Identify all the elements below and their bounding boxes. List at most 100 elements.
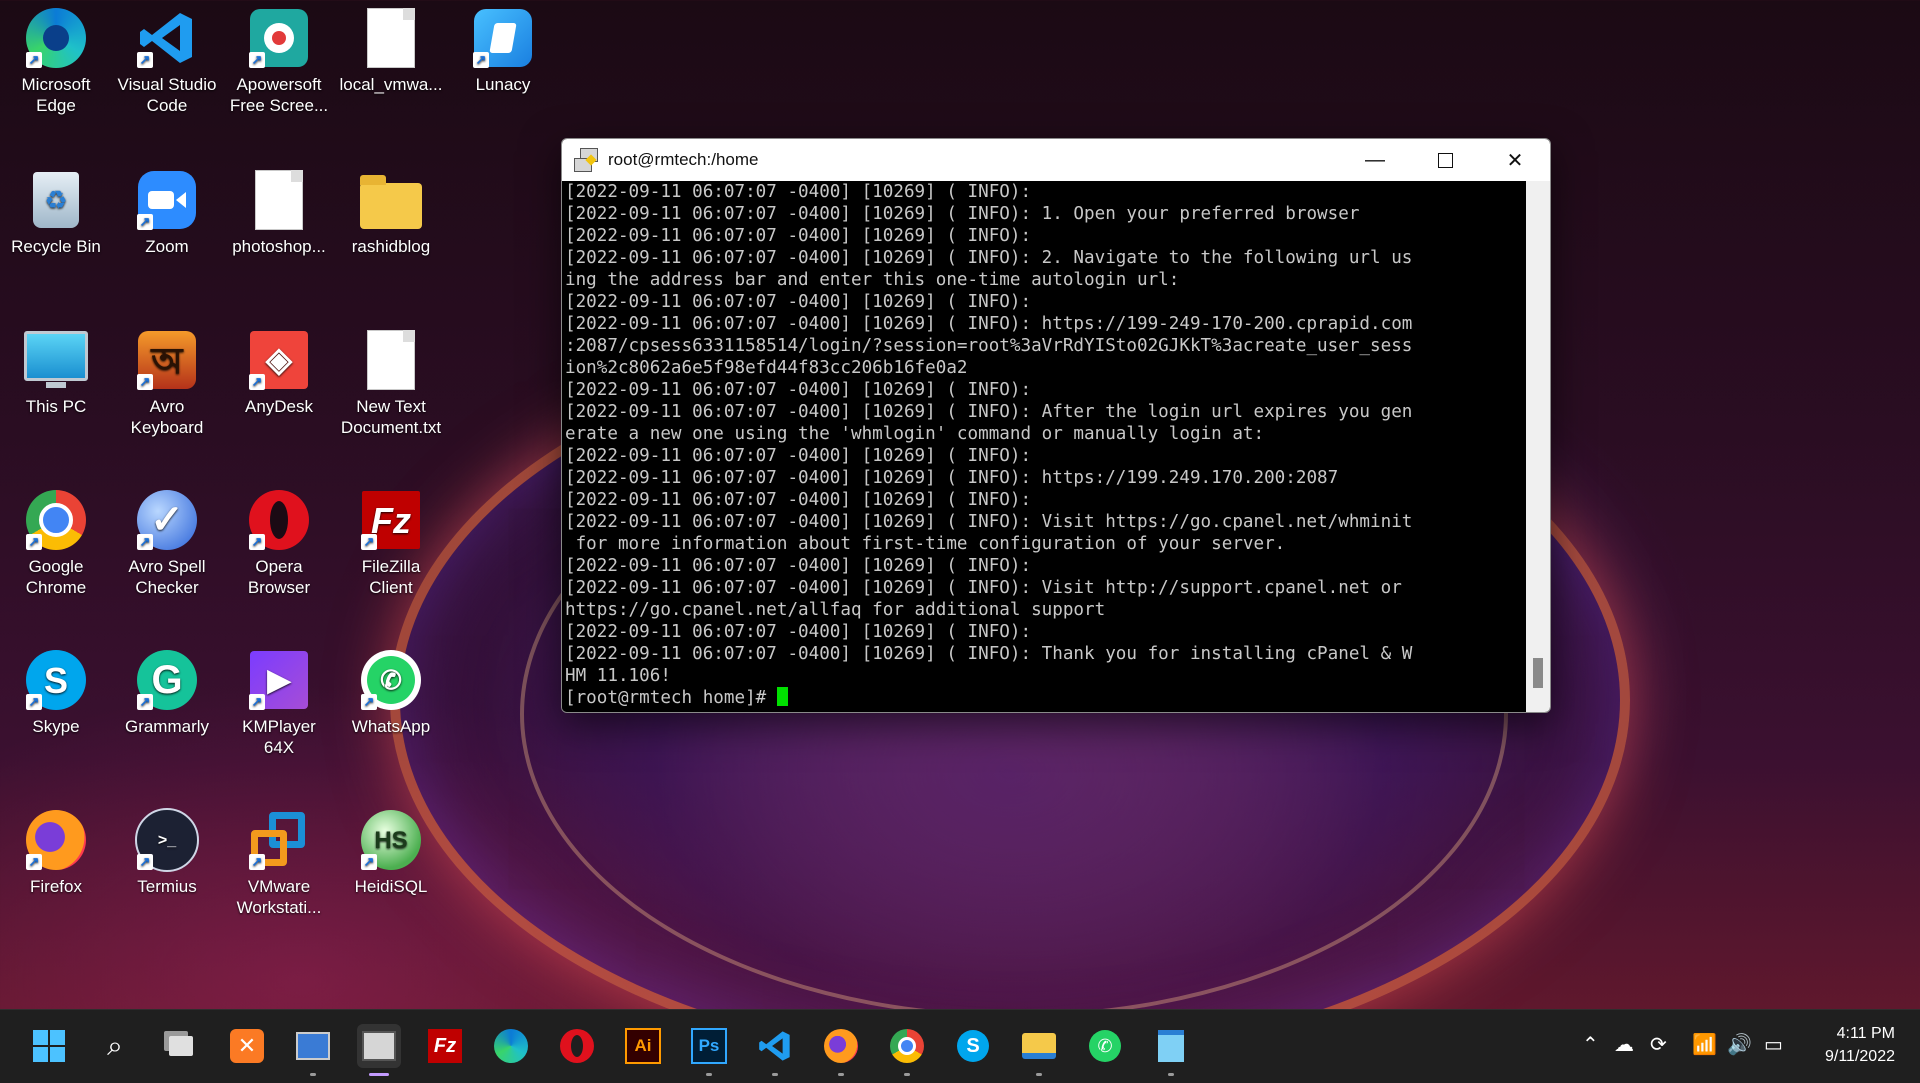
vmware-icon: ↗ [247,808,311,872]
chrome-icon: ↗ [24,488,88,552]
apowersoft-icon: ↗ [247,6,311,70]
putty-terminal-window[interactable]: root@rmtech:/home — ✕ [2022-09-11 06:07:… [561,138,1551,713]
system-clock[interactable]: 4:11 PM 9/11/2022 [1825,1022,1895,1068]
terminal-line: [2022-09-11 06:07:07 -0400] [10269] ( IN… [565,314,1413,334]
desktop-icon-firefox[interactable]: ↗ Firefox [4,802,108,897]
taskbar-vscode[interactable] [753,1024,797,1076]
taskbar-remote-desktop[interactable] [291,1024,335,1076]
terminal-line: [2022-09-11 06:07:07 -0400] [10269] ( IN… [565,556,1032,576]
minimize-button[interactable]: — [1340,139,1410,181]
monitor-icon [24,328,88,392]
window-title: root@rmtech:/home [608,150,759,169]
desktop-icon-termius[interactable]: >_ ↗ Termius [115,802,219,897]
desktop-icon-label: KMPlayer 64X [242,717,316,757]
remote-desktop-icon [296,1032,330,1060]
desktop-icon-vscode[interactable]: ↗ Visual Studio Code [115,0,219,116]
terminal-line: [2022-09-11 06:07:07 -0400] [10269] ( IN… [565,248,1413,268]
windows-start-icon [33,1030,65,1062]
filezilla-icon: Fz ↗ [359,488,423,552]
desktop-icon-label: Firefox [30,877,82,896]
desktop-icon-lunacy[interactable]: ↗ Lunacy [451,0,555,95]
sync-alert-icon[interactable]: ⟳ [1650,1032,1667,1057]
terminal-scrollbar[interactable] [1526,181,1550,712]
opera-icon [560,1029,594,1063]
avro-spell-icon: ✓ ↗ [135,488,199,552]
onedrive-cloud-icon[interactable]: ☁ [1614,1032,1634,1057]
taskbar-illustrator[interactable]: Ai [621,1024,665,1068]
taskbar-notepad[interactable] [1149,1024,1193,1076]
desktop-icon-chrome[interactable]: ↗ Google Chrome [4,482,108,598]
desktop-icon-label: photoshop... [232,237,326,256]
desktop-icon-avro-keyboard[interactable]: অ ↗ Avro Keyboard [115,322,219,438]
desktop-icon-label: Apowersoft Free Scree... [229,75,329,115]
file-icon [359,6,423,70]
shell-prompt: [root@rmtech home]# [565,688,777,708]
taskbar-whatsapp[interactable]: ✆ [1083,1024,1127,1068]
minimize-icon: — [1365,148,1385,171]
maximize-button[interactable] [1410,139,1480,181]
taskbar-putty[interactable] [357,1024,401,1076]
desktop-icon-vmware[interactable]: ↗ VMware Workstati... [227,802,331,918]
desktop-icon-local-vmware[interactable]: local_vmwa... [339,0,443,95]
taskbar: ⌕ ✕ Fz Ai Ps S ✆ ⌃ ☁ ⟳ 📶 🔊 ▭ 4:11 PM 9/1… [0,1009,1920,1083]
terminal-line: [2022-09-11 06:07:07 -0400] [10269] ( IN… [565,468,1339,488]
desktop-icon-zoom[interactable]: ↗ Zoom [115,162,219,257]
terminal-line: ing the address bar and enter this one-t… [565,270,1180,290]
anydesk-icon: ◈ ↗ [247,328,311,392]
terminal-output[interactable]: [2022-09-11 06:07:07 -0400] [10269] ( IN… [562,181,1526,712]
terminal-line: [2022-09-11 06:07:07 -0400] [10269] ( IN… [565,402,1413,422]
terminal-line: [2022-09-11 06:07:07 -0400] [10269] ( IN… [565,622,1032,642]
desktop-icon-this-pc[interactable]: This PC [4,322,108,417]
wifi-icon[interactable]: 📶 [1692,1032,1717,1057]
desktop-icon-label: Google Chrome [25,557,87,597]
terminal-line: [2022-09-11 06:07:07 -0400] [10269] ( IN… [565,204,1360,224]
desktop-icon-grammarly[interactable]: G ↗ Grammarly [115,642,219,737]
desktop-icon-skype[interactable]: S ↗ Skype [4,642,108,737]
battery-icon[interactable]: ▭ [1764,1032,1783,1057]
close-button[interactable]: ✕ [1480,139,1550,181]
taskbar-opera[interactable] [555,1024,599,1068]
edge-icon: ↗ [24,6,88,70]
terminal-line: [2022-09-11 06:07:07 -0400] [10269] ( IN… [565,578,1402,598]
taskbar-file-explorer[interactable] [1017,1024,1061,1076]
desktop-icon-new-text-document[interactable]: New Text Document.txt [339,322,443,438]
desktop-icon-label: VMware Workstati... [236,877,322,917]
taskbar-edge[interactable] [489,1024,533,1068]
window-titlebar[interactable]: root@rmtech:/home — ✕ [562,139,1550,181]
desktop-icon-filezilla[interactable]: Fz ↗ FileZilla Client [339,482,443,598]
desktop-icon-anydesk[interactable]: ◈ ↗ AnyDesk [227,322,331,417]
desktop-icon-edge[interactable]: ↗ Microsoft Edge [4,0,108,116]
terminal-line: [2022-09-11 06:07:07 -0400] [10269] ( IN… [565,182,1032,202]
terminal-line: https://go.cpanel.net/allfaq for additio… [565,600,1106,620]
show-hidden-icons-chevron-icon[interactable]: ⌃ [1582,1032,1599,1057]
file-icon [247,168,311,232]
zoom-icon: ↗ [135,168,199,232]
taskbar-photoshop[interactable]: Ps [687,1024,731,1076]
desktop-icon-rashidblog[interactable]: rashidblog [339,162,443,257]
desktop-icon-photoshop-file[interactable]: photoshop... [227,162,331,257]
desktop-icon-label: Zoom [145,237,189,256]
taskbar-skype[interactable]: S [951,1024,995,1068]
desktop-icon-recycle-bin[interactable]: ♻ Recycle Bin [4,162,108,257]
edge-icon [494,1029,528,1063]
scrollbar-thumb[interactable] [1533,658,1543,688]
taskbar-xampp[interactable]: ✕ [225,1024,269,1068]
taskbar-filezilla[interactable]: Fz [423,1024,467,1068]
desktop-icon-kmplayer[interactable]: ▶ ↗ KMPlayer 64X [227,642,331,758]
desktop-icon-label: local_vmwa... [339,75,443,94]
taskbar-firefox[interactable] [819,1024,863,1076]
notepad-icon [1158,1030,1184,1062]
start-button[interactable] [27,1024,71,1068]
desktop-icon-opera[interactable]: ↗ Opera Browser [227,482,331,598]
desktop-icon-avro-spell[interactable]: ✓ ↗ Avro Spell Checker [115,482,219,598]
desktop-icon-heidisql[interactable]: HS ↗ HeidiSQL [339,802,443,897]
taskbar-chrome[interactable] [885,1024,929,1076]
desktop-icon-label: Grammarly [124,717,210,736]
desktop-icon-whatsapp[interactable]: ✆ ↗ WhatsApp [339,642,443,737]
desktop-icon-label: Lunacy [475,75,531,94]
search-button[interactable]: ⌕ [93,1024,137,1068]
search-icon: ⌕ [107,1029,123,1061]
volume-icon[interactable]: 🔊 [1727,1032,1752,1057]
desktop-icon-apowersoft[interactable]: ↗ Apowersoft Free Scree... [227,0,331,116]
task-view-button[interactable] [159,1024,203,1068]
